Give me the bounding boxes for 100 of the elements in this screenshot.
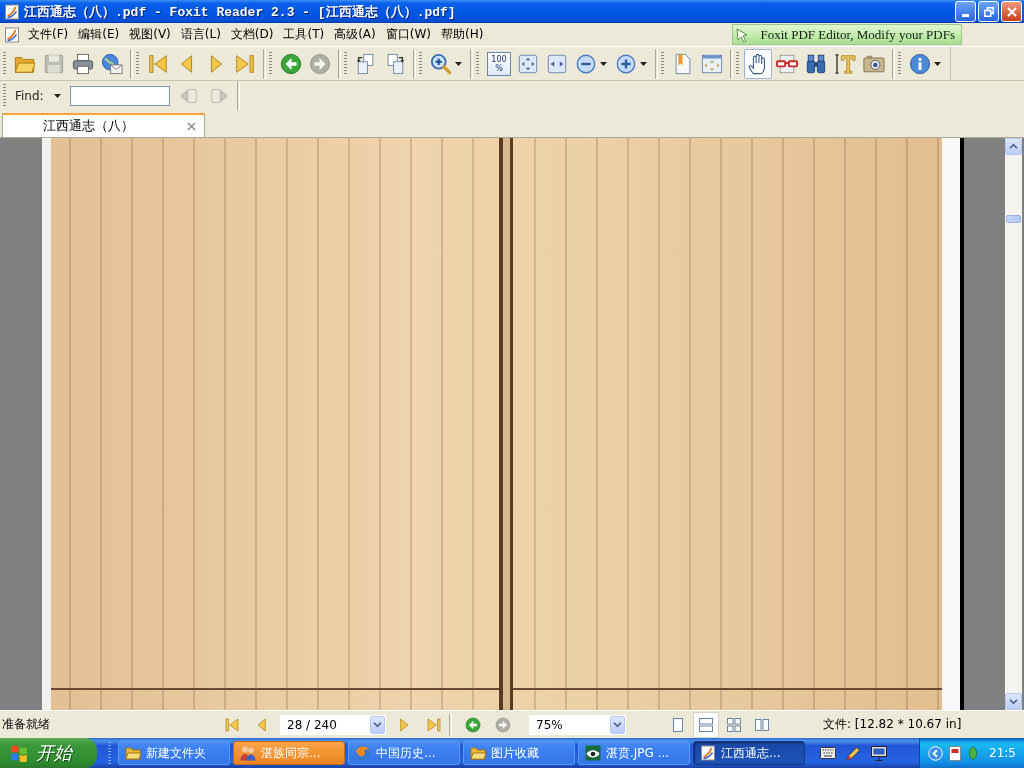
toolbar-handle[interactable] [136, 51, 139, 76]
actual-size-button[interactable]: 100 % [487, 51, 511, 76]
magnifier-plus-icon [430, 52, 452, 75]
restore-button[interactable] [978, 1, 999, 22]
toolbar-handle[interactable] [661, 51, 664, 76]
menu-item[interactable]: 语言(L) [175, 24, 226, 45]
taskbar-button[interactable]: 江西通志... [693, 741, 805, 765]
keyboard-icon[interactable] [820, 747, 836, 759]
taskbar-button[interactable]: 湛贲.JPG ... [578, 741, 690, 765]
toolbar-handle[interactable] [476, 51, 479, 76]
toolbar-handle[interactable] [898, 51, 901, 76]
page-number-field[interactable]: 28 / 240 [280, 714, 386, 735]
document-icon[interactable] [949, 745, 962, 761]
toolbar-handle[interactable] [3, 84, 6, 108]
document-icon [700, 745, 716, 761]
pages-rotate-right-icon [384, 52, 406, 75]
bookmark-page-icon [672, 52, 694, 75]
folder-icon [125, 745, 141, 761]
info-icon [909, 52, 931, 75]
hand-tool-button[interactable] [744, 48, 772, 79]
document-tab[interactable]: 江西通志（八） [2, 113, 205, 137]
status-text: 准备就绪 [2, 716, 50, 733]
menu-item[interactable]: 窗口(W) [380, 24, 436, 45]
menu-item[interactable]: 编辑(E) [73, 24, 125, 45]
close-icon[interactable] [187, 121, 196, 131]
document-icon[interactable] [4, 26, 20, 43]
two-pages-icon [754, 716, 770, 733]
caret-icon [53, 94, 61, 98]
folder-icon [470, 745, 486, 761]
toolbar-handle[interactable] [3, 51, 6, 76]
promo-link[interactable]: Foxit PDF Editor, Modify your PDFs [732, 24, 962, 45]
zoom-field[interactable]: 75% [529, 714, 626, 735]
chevron-up-icon [1009, 143, 1018, 150]
printer-icon [72, 52, 94, 75]
toolbar-handle[interactable] [344, 51, 347, 76]
last-page-icon [234, 52, 256, 75]
find-previous-icon [179, 87, 198, 105]
minimize-icon [962, 14, 969, 17]
plus-circle-icon [615, 52, 637, 75]
page-size-text: 文件: [12.82 * 10.67 in] [823, 716, 962, 733]
toolbar-handle[interactable] [736, 51, 739, 76]
binoculars-icon [805, 52, 827, 75]
continuous-pages-icon [698, 716, 714, 733]
continuous-view-button[interactable] [693, 711, 719, 738]
taskbar-button[interactable]: 图片收藏 [463, 741, 575, 765]
toolbar-handle[interactable] [269, 51, 272, 76]
find-input-field[interactable] [69, 86, 170, 106]
vertical-scrollbar[interactable] [1005, 138, 1022, 710]
chevron-down-icon [373, 721, 382, 728]
flag-icon [10, 744, 28, 762]
dropdown-button[interactable] [610, 715, 625, 734]
chevron-down-icon [1009, 698, 1018, 705]
monitor-icon[interactable] [871, 745, 887, 761]
minimize-button[interactable] [955, 1, 976, 22]
menu-item[interactable]: 高级(A) [329, 24, 381, 45]
fit-page-icon [517, 52, 539, 75]
glasses-icon [776, 52, 798, 75]
find-label: Find: [15, 89, 44, 103]
taskbar-button[interactable]: 新建文件夹 [118, 741, 230, 765]
menu-item[interactable]: 视图(V) [124, 24, 176, 45]
close-icon [1006, 6, 1017, 17]
start-button[interactable]: 开始 [0, 738, 97, 768]
restore-icon [983, 6, 994, 17]
document-icon [4, 3, 20, 20]
scroll-down-button[interactable] [1005, 693, 1022, 710]
menu-item[interactable]: 文档(D) [225, 24, 279, 45]
clock-text: 21:5 [989, 746, 1016, 760]
pen-icon[interactable] [846, 745, 861, 761]
leaf-icon[interactable] [967, 746, 980, 760]
menu-item[interactable]: 文件(F) [23, 24, 74, 45]
pages-rotate-left-icon [355, 52, 377, 75]
scroll-up-button[interactable] [1005, 138, 1022, 155]
chevron-down-icon [613, 721, 622, 728]
arrow-right-circle-icon [495, 716, 511, 733]
arrow-left-circle-icon [280, 52, 302, 75]
toolbar-handle[interactable] [419, 51, 422, 76]
minus-circle-icon [575, 52, 597, 75]
chevron-left-icon[interactable] [928, 745, 944, 761]
eye-icon [585, 745, 601, 761]
globe-icon [355, 745, 371, 761]
single-page-icon [670, 716, 686, 733]
cursor-arrow-icon [736, 27, 749, 42]
arrow-left-circle-icon [465, 716, 481, 733]
menu-item[interactable]: 帮助(H) [436, 24, 489, 45]
toolbar-handle[interactable] [108, 742, 111, 764]
scrollbar-thumb[interactable] [1006, 215, 1021, 223]
window-title: 江西通志（八）.pdf - Foxit Reader 2.3 - [江西通志（八）.pdf] [24, 3, 456, 21]
taskbar-button[interactable]: 中国历史... [348, 741, 460, 765]
full-screen-icon [701, 52, 723, 75]
last-page-icon [426, 716, 442, 733]
dropdown-button[interactable] [370, 715, 385, 734]
close-button[interactable] [1001, 1, 1022, 22]
globe-envelope-icon [101, 52, 123, 75]
people-icon [240, 745, 256, 761]
text-select-icon [834, 52, 856, 75]
fit-width-icon [546, 52, 568, 75]
menu-item[interactable]: 工具(T) [278, 24, 330, 45]
arrow-right-circle-icon [309, 52, 331, 75]
four-pages-icon [726, 716, 742, 733]
first-page-icon [147, 52, 169, 75]
